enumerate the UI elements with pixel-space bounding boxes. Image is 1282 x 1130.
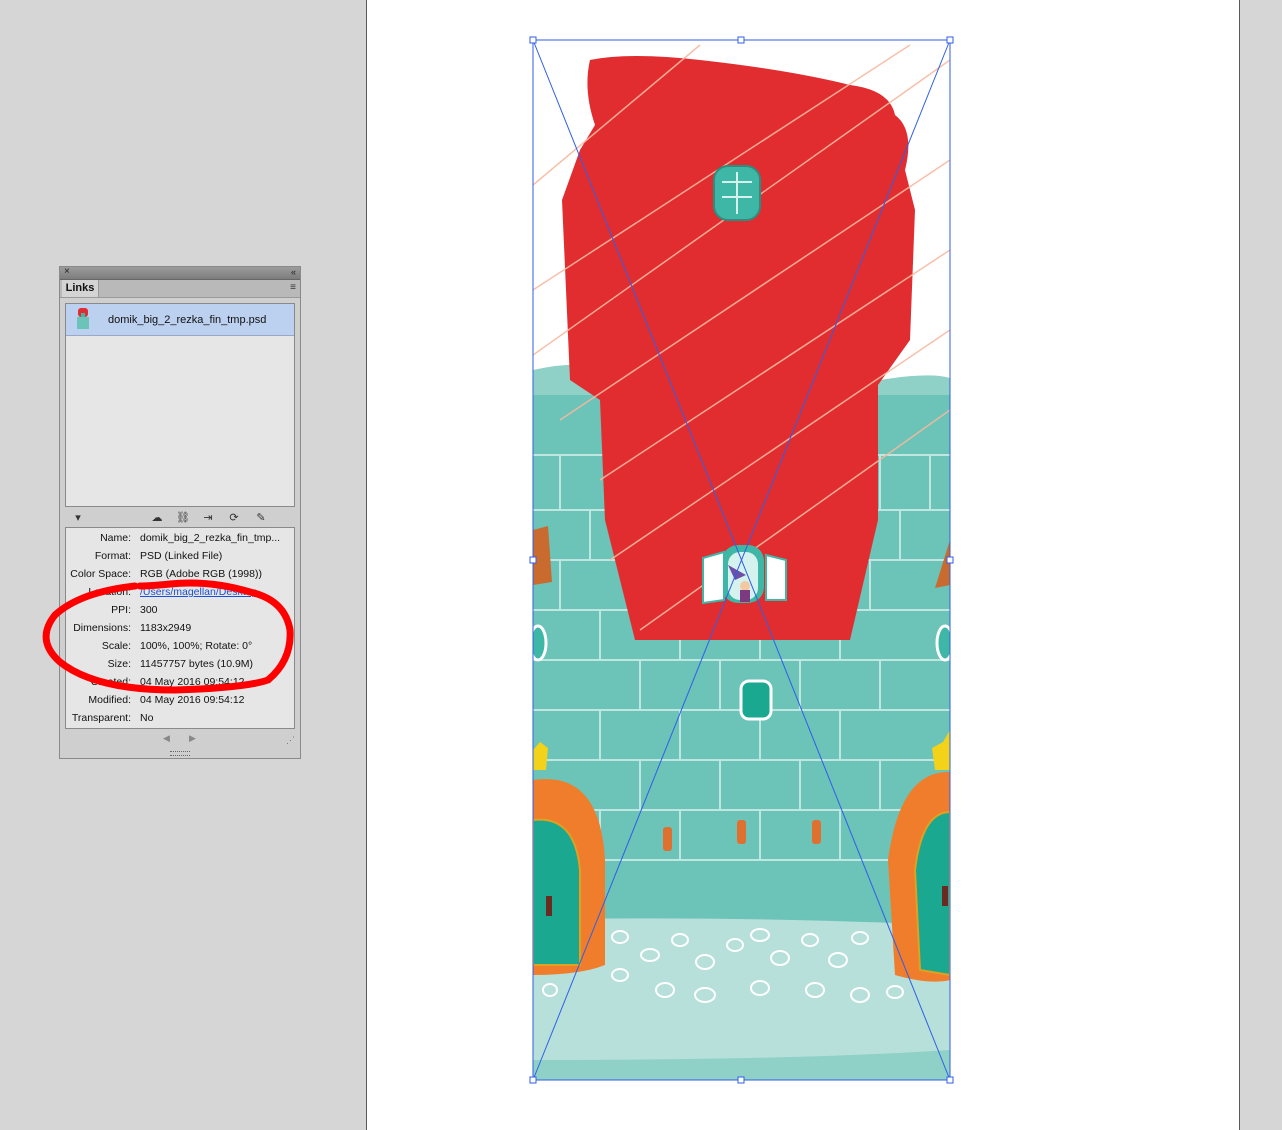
annotation-circle	[42, 579, 294, 694]
